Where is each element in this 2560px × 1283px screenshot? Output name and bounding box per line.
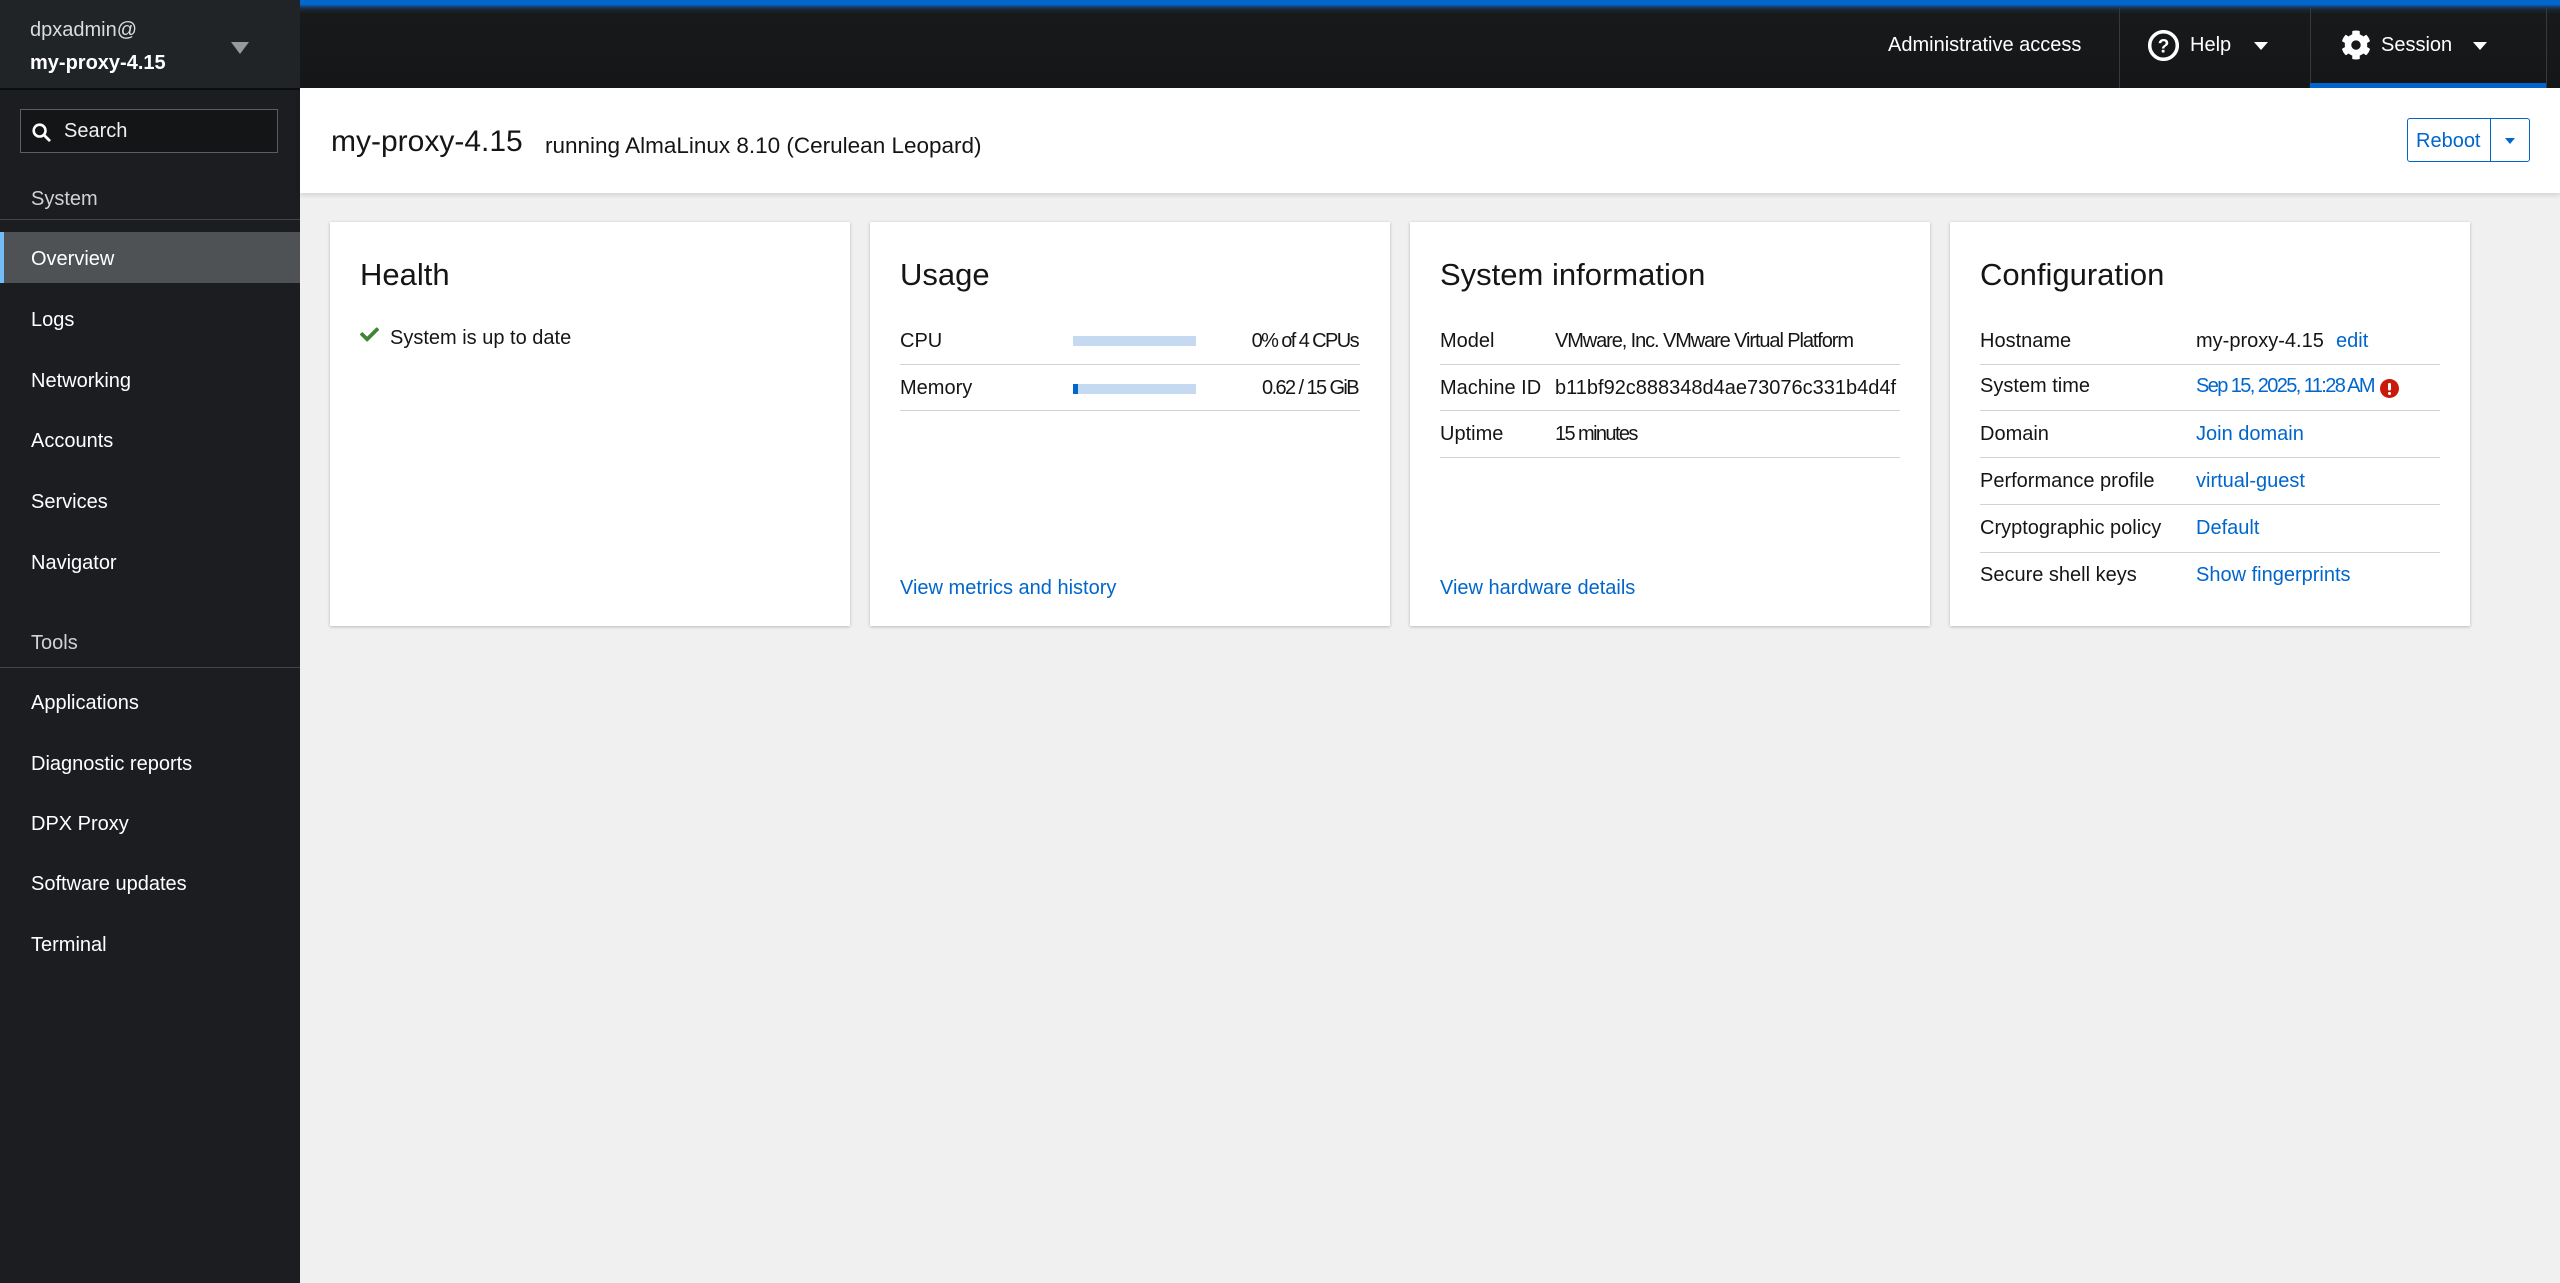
- svg-text:?: ?: [2158, 37, 2170, 58]
